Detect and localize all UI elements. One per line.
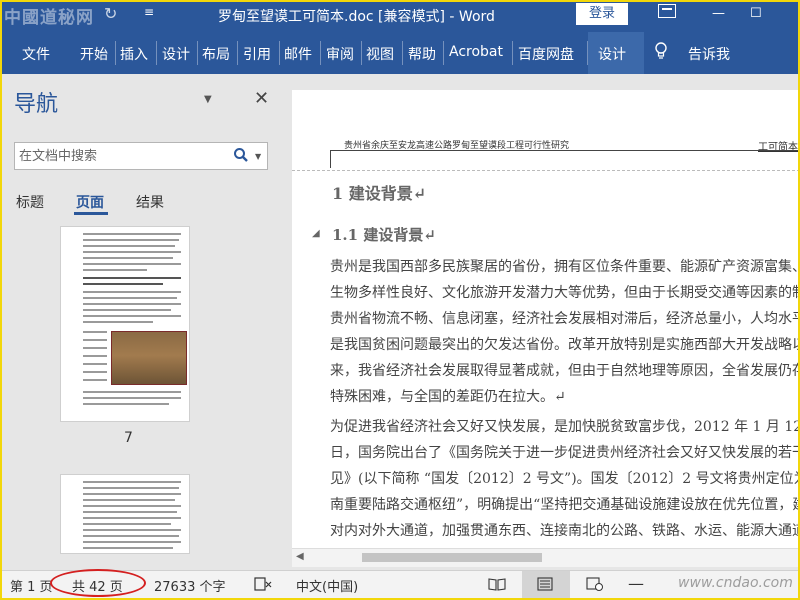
search-options-chevron-down-icon[interactable]: ▼ (255, 152, 261, 161)
site-watermark: 中國道秘网 (4, 8, 94, 28)
tell-me-search[interactable]: 告诉我 (688, 44, 730, 64)
nav-options-chevron-down-icon[interactable]: ▼ (204, 94, 212, 105)
paragraph-line: 为促进我省经济社会又好又快发展，是加快脱贫致富步伐，2012 年 1 月 12 (330, 419, 800, 435)
tab-separator (443, 41, 444, 65)
proofing-icon[interactable] (254, 577, 272, 591)
tab-separator (402, 41, 403, 65)
quick-access-customize-icon[interactable]: ≡ (144, 5, 154, 19)
paragraph-line: 见》(以下简称 “国发〔2012〕2 号文”)。国发〔2012〕2 号文将贵州定… (330, 471, 800, 487)
tab-references[interactable]: 引用 (243, 44, 271, 64)
tab-separator (320, 41, 321, 65)
site-watermark-url: www.cndao.com (678, 575, 793, 591)
tab-separator (587, 41, 588, 65)
web-layout-icon[interactable] (586, 577, 604, 591)
zoom-out-icon[interactable]: — (628, 574, 644, 593)
tab-table-design[interactable]: 设计 (598, 44, 626, 64)
lightbulb-icon[interactable] (654, 42, 668, 60)
tab-separator (361, 41, 362, 65)
tab-mailings[interactable]: 邮件 (284, 44, 312, 64)
tab-design[interactable]: 设计 (162, 44, 190, 64)
tab-separator (237, 41, 238, 65)
collapse-heading-icon[interactable]: ◢ (312, 228, 320, 239)
tab-acrobat[interactable]: Acrobat (449, 44, 503, 60)
page-break-divider (292, 170, 800, 171)
nav-search-input[interactable] (15, 143, 233, 169)
heading-2: 1.1 建设背景↵ (332, 226, 436, 244)
horizontal-scrollbar[interactable]: ◀ (292, 548, 800, 567)
tab-baidu-netdisk[interactable]: 百度网盘 (518, 44, 574, 64)
tab-home[interactable]: 开始 (80, 44, 108, 64)
paragraph-line: 是我国贫困问题最突出的欠发达省份。改革开放特别是实施西部大开发战略以 (330, 337, 800, 353)
page-thumbnail[interactable] (60, 226, 190, 422)
highlight-circle (50, 569, 146, 597)
print-layout-icon[interactable] (536, 577, 554, 591)
tab-separator (156, 41, 157, 65)
tab-help[interactable]: 帮助 (408, 44, 436, 64)
nav-close-icon[interactable]: ✕ (254, 88, 269, 109)
status-bar: 第 1 页 共 42 页 27633 个字 中文(中国) — www.cndao… (0, 569, 800, 600)
status-page[interactable]: 第 1 页 (10, 576, 53, 595)
navigation-pane: 导航 ▼ ✕ ▼ 标题 页面 结果 (0, 74, 290, 570)
nav-tab-headings[interactable]: 标题 (16, 192, 44, 212)
read-mode-icon[interactable] (488, 577, 506, 591)
tab-separator (512, 41, 513, 65)
status-language[interactable]: 中文(中国) (296, 576, 358, 595)
ribbon-display-options-icon[interactable] (658, 4, 676, 18)
tab-file[interactable]: 文件 (22, 44, 50, 64)
search-icon[interactable] (233, 147, 249, 163)
nav-tab-active-indicator (74, 212, 108, 215)
paragraph-line: 日，国务院出台了《国务院关于进一步促进贵州经济社会又好又快发展的若干意 (330, 445, 800, 461)
paragraph-line: 南重要陆路交通枢纽”，明确提出“坚持把交通基础设施建设放在优先位置，建设 (330, 497, 800, 513)
scroll-left-icon[interactable]: ◀ (296, 551, 304, 562)
paragraph-line: 特殊困难，与全国的差距仍在拉大。↵ (330, 389, 566, 405)
tab-review[interactable]: 审阅 (326, 44, 354, 64)
heading-1: 1 建设背景↵ (332, 184, 427, 203)
ribbon-tabs: 文件 开始 插入 设计 布局 引用 邮件 审阅 视图 帮助 Acrobat 百度… (0, 32, 800, 74)
thumbnail-photo (111, 331, 187, 385)
refresh-icon[interactable]: ↻ (104, 4, 117, 23)
tab-separator (279, 41, 280, 65)
paragraph-line: 贵州省物流不畅、信息闭塞，经济社会发展相对滞后，经济总量小，人均水平低， (330, 311, 800, 327)
thumbnail-page-number: 7 (124, 430, 133, 446)
document-page[interactable]: 贵州省余庆至安龙高速公路罗甸至望谟段工程可行性研究 工可简本 1 建设背景↵ ◢… (292, 90, 800, 548)
paragraph-line: 对内对外大通道，加强贯通东西、连接南北的公路、铁路、水运、能源大通道建 (330, 523, 800, 539)
tab-separator (115, 41, 116, 65)
document-area: 贵州省余庆至安龙高速公路罗甸至望谟段工程可行性研究 工可简本 1 建设背景↵ ◢… (290, 74, 800, 570)
nav-title: 导航 (14, 92, 59, 117)
document-title: 罗甸至望谟工可简本.doc [兼容模式] - Word (218, 9, 495, 25)
nav-tab-pages[interactable]: 页面 (76, 192, 104, 212)
tab-separator (197, 41, 198, 65)
tab-insert[interactable]: 插入 (120, 44, 148, 64)
login-button[interactable]: 登录 (576, 3, 628, 25)
status-word-count[interactable]: 27633 个字 (154, 576, 226, 595)
paragraph-line: 贵州是我国西部多民族聚居的省份，拥有区位条件重要、能源矿产资源富集、 (330, 259, 800, 275)
nav-search-box: ▼ (14, 142, 268, 170)
tab-view[interactable]: 视图 (366, 44, 394, 64)
scrollbar-thumb[interactable] (362, 553, 542, 562)
maximize-icon[interactable]: ☐ (750, 6, 762, 21)
title-bar: 中國道秘网 ↻ ≡ 罗甸至望谟工可简本.doc [兼容模式] - Word 登录… (0, 0, 800, 32)
paragraph-line: 生物多样性良好、文化旅游开发潜力大等优势，但由于长期受交通等因素的制约， (330, 285, 800, 301)
header-corner-mark (330, 150, 331, 168)
nav-tab-results[interactable]: 结果 (136, 192, 164, 212)
page-thumbnail[interactable] (60, 474, 190, 554)
paragraph-line: 来，我省经济社会发展取得显著成就，但由于自然地理等原因，全省发展仍存在 (330, 363, 800, 379)
minimize-icon[interactable]: — (712, 6, 725, 21)
tab-layout[interactable]: 布局 (202, 44, 230, 64)
header-rule (330, 150, 800, 151)
